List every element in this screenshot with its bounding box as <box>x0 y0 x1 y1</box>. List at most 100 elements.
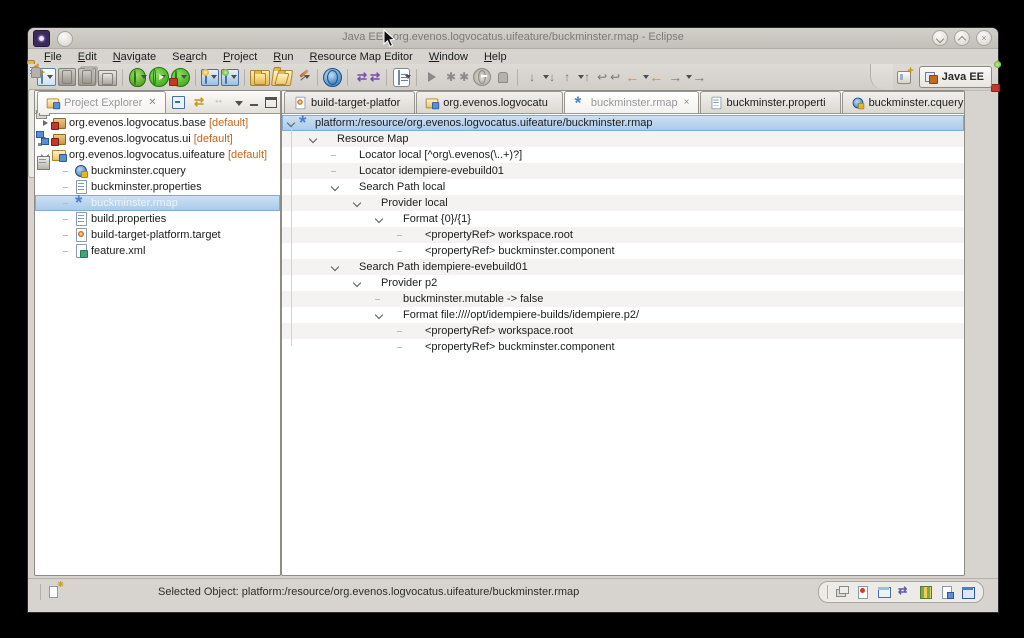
suspend-button[interactable] <box>493 67 513 87</box>
node-locator-idempiere[interactable]: Locator idempiere-evebuild01 <box>282 163 964 179</box>
tab-org-evenos-logvocatu[interactable]: org.evenos.logvocatu <box>416 91 563 113</box>
outline-view-button[interactable] <box>34 129 52 147</box>
node-mutable-false[interactable]: buckminster.mutable -> false <box>282 291 964 307</box>
node-format-file[interactable]: Format file:////opt/idempiere-builds/ide… <box>282 307 964 323</box>
node-format-01[interactable]: Format {0}/{1} <box>282 211 964 227</box>
forward-button[interactable] <box>665 67 708 87</box>
project-ui[interactable]: org.evenos.logvocatus.ui [default] <box>35 131 280 147</box>
node-propertyref-component-2[interactable]: <propertyRef> buckminster.component <box>282 339 964 355</box>
tab-buckminster-cquery[interactable]: buckminster.cquery <box>842 91 965 113</box>
external-tools-button[interactable] <box>171 68 190 87</box>
web-browser-button[interactable] <box>323 68 342 87</box>
tab-buckminster-rmap[interactable]: buckminster.rmap × <box>564 91 699 113</box>
expander-icon[interactable] <box>351 277 364 290</box>
expander-icon[interactable] <box>351 197 364 210</box>
last-edit-location-button[interactable] <box>592 67 622 87</box>
node-propertyref-workspace-root-1[interactable]: <propertyRef> workspace.root <box>282 227 964 243</box>
node-propertyref-component-1[interactable]: <propertyRef> buckminster.component <box>282 243 964 259</box>
maximize-button[interactable] <box>954 30 970 46</box>
node-provider-p2[interactable]: Provider p2 <box>282 275 964 291</box>
new-web-project-button[interactable] <box>201 69 219 86</box>
perspective-java-ee-button[interactable]: Java EE <box>919 66 992 88</box>
close-view-icon[interactable]: ✕ <box>148 97 156 108</box>
minimize-view-button[interactable] <box>249 98 259 107</box>
close-button[interactable]: × <box>976 30 992 46</box>
expander-icon[interactable] <box>373 309 386 322</box>
save-all-button[interactable] <box>78 68 96 86</box>
save-button[interactable] <box>58 68 76 86</box>
node-locator-local[interactable]: Locator local [^org\.evenos(\..+)?] <box>282 147 964 163</box>
link-with-editor-button[interactable] <box>193 95 208 110</box>
menu-navigate[interactable]: Navigate <box>105 50 164 64</box>
folder-button[interactable] <box>250 70 270 86</box>
expander-icon[interactable] <box>329 181 342 194</box>
new-wizard-trim-icon[interactable] <box>47 584 62 599</box>
expander-icon[interactable] <box>373 213 386 226</box>
node-searchpath-local[interactable]: Search Path local <box>282 179 964 195</box>
file-buckminster-rmap[interactable]: buckminster.rmap <box>35 195 280 211</box>
expander-icon[interactable] <box>61 197 74 210</box>
print-button[interactable] <box>98 70 117 86</box>
focus-button[interactable] <box>214 95 229 110</box>
node-root[interactable]: platform:/resource/org.evenos.logvocatus… <box>282 115 964 131</box>
server-view-button[interactable] <box>34 153 52 171</box>
new-service-button[interactable] <box>221 69 239 86</box>
expander-icon[interactable] <box>307 133 320 146</box>
node-searchpath-idempiere[interactable]: Search Path idempiere-evebuild01 <box>282 259 964 275</box>
expander-icon[interactable] <box>395 341 408 354</box>
menu-run[interactable]: Run <box>265 50 301 64</box>
menu-file[interactable]: File <box>36 50 70 64</box>
menu-project[interactable]: Project <box>215 50 265 64</box>
node-provider-local[interactable]: Provider local <box>282 195 964 211</box>
window-menu-button[interactable] <box>57 31 73 47</box>
file-feature-xml[interactable]: feature.xml <box>35 243 280 259</box>
close-tab-icon[interactable]: × <box>684 97 690 108</box>
file-build-target-platform[interactable]: build-target-platform.target <box>35 227 280 243</box>
project-explorer-tab[interactable]: Project Explorer ✕ <box>37 91 166 113</box>
expander-icon[interactable] <box>61 245 74 258</box>
expander-icon[interactable] <box>61 165 74 178</box>
tab-build-target-platform[interactable]: build-target-platfor <box>284 91 415 113</box>
stop-button[interactable] <box>473 68 491 86</box>
expander-icon[interactable] <box>61 181 74 194</box>
synchronize-button[interactable] <box>352 67 382 87</box>
prev-annotation-button[interactable] <box>557 67 592 87</box>
open-perspective-button[interactable] <box>894 67 914 87</box>
node-resource-map[interactable]: Resource Map <box>282 131 964 147</box>
editor-area-button[interactable] <box>877 585 891 599</box>
element-list-button[interactable] <box>393 68 410 87</box>
menu-window[interactable]: Window <box>421 50 476 64</box>
node-propertyref-workspace-root-2[interactable]: <propertyRef> workspace.root <box>282 323 964 339</box>
collapse-all-button[interactable] <box>172 96 185 109</box>
expander-icon[interactable] <box>61 229 74 242</box>
project-base[interactable]: org.evenos.logvocatus.base [default] <box>35 115 280 131</box>
menu-help[interactable]: Help <box>476 50 515 64</box>
run-config-button[interactable] <box>441 67 471 87</box>
expander-icon[interactable] <box>329 165 342 178</box>
tab-buckminster-properties[interactable]: buckminster.properti <box>700 91 841 113</box>
run-button[interactable] <box>149 67 169 87</box>
menu-search[interactable]: Search <box>164 50 215 64</box>
paintbrush-button[interactable] <box>294 68 312 86</box>
run-last-button[interactable] <box>421 67 441 87</box>
menu-resource-map-editor[interactable]: Resource Map Editor <box>301 50 420 64</box>
next-annotation-button[interactable] <box>522 67 557 87</box>
problems-view-button[interactable] <box>856 585 870 599</box>
expander-icon[interactable] <box>373 293 386 306</box>
file-build-properties[interactable]: build.properties <box>35 211 280 227</box>
title-bar[interactable]: Java EE - org.evenos.logvocatus.uifeatur… <box>28 28 998 49</box>
trim-windows-button[interactable] <box>835 585 849 599</box>
synchronize-view-button[interactable] <box>898 585 912 599</box>
debug-button[interactable] <box>129 68 146 87</box>
expander-icon[interactable] <box>61 213 74 226</box>
expander-icon[interactable] <box>395 229 408 242</box>
packages-view-button[interactable] <box>919 585 933 599</box>
maximize-view-button[interactable] <box>265 97 277 108</box>
expander-icon[interactable] <box>329 261 342 274</box>
bookmarks-view-button[interactable] <box>940 585 954 599</box>
project-uifeature[interactable]: org.evenos.logvocatus.uifeature [default… <box>35 147 280 163</box>
back-button[interactable] <box>622 67 665 87</box>
open-folder-button[interactable] <box>271 70 293 86</box>
console-view-button[interactable] <box>961 585 975 599</box>
expander-icon[interactable] <box>395 245 408 258</box>
